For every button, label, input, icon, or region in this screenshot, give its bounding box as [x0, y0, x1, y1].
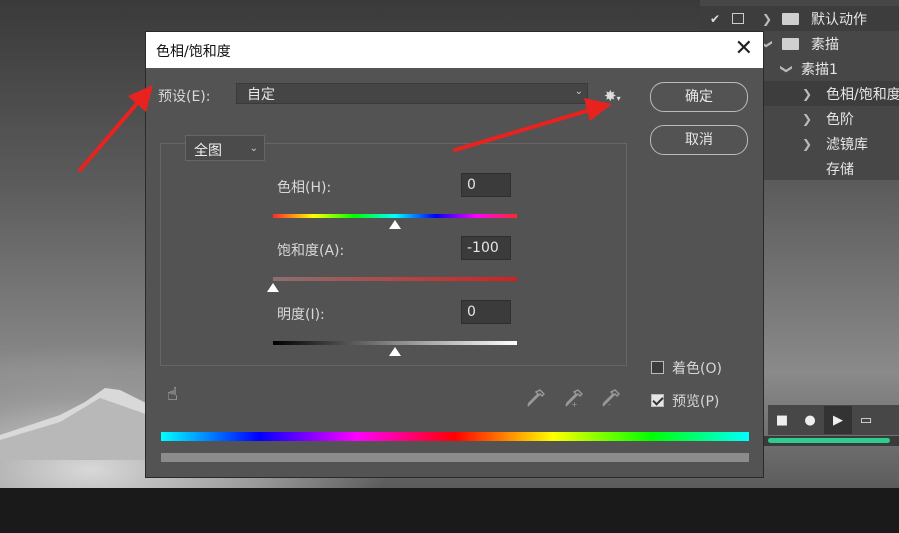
hue-input[interactable]: 0 — [461, 173, 511, 197]
saturation-label: 饱和度(A): — [277, 243, 345, 259]
action-step-label: 存储 — [826, 161, 854, 178]
hue-slider-thumb[interactable] — [389, 220, 401, 229]
chevron-right-icon[interactable]: ❯ — [762, 12, 772, 26]
lightness-slider-track[interactable] — [273, 341, 517, 345]
gear-icon[interactable]: ✸▾ — [604, 87, 626, 105]
ok-button[interactable]: 确定 — [650, 82, 748, 112]
hand-adjust-icon[interactable]: ☝ — [167, 384, 178, 405]
background-ground — [0, 488, 899, 533]
stop-icon[interactable]: ■ — [768, 406, 796, 434]
folder-icon[interactable]: ▭ — [852, 406, 880, 434]
preset-value: 自定 — [247, 87, 275, 103]
dialog-title: 色相/饱和度 — [156, 44, 231, 60]
action-step-label: 色相/饱和度 — [826, 86, 899, 103]
action-step-label: 色阶 — [826, 111, 854, 128]
play-icon[interactable]: ▶ — [824, 406, 852, 434]
actions-controls: ■ ● ▶ ▭ — [768, 405, 899, 435]
channel-select[interactable]: 全图 ⌄ — [185, 135, 265, 161]
action-set-label: 默认动作 — [811, 11, 867, 28]
record-icon[interactable]: ● — [796, 406, 824, 434]
preset-label: 预设(E): — [158, 89, 211, 105]
colorize-label: 着色(O) — [672, 361, 722, 377]
action-step-label: 滤镜库 — [826, 136, 868, 153]
action-set-default[interactable]: ✔ ❯ 默认动作 — [700, 6, 899, 31]
folder-icon — [782, 13, 799, 25]
actions-scrollbar[interactable] — [760, 436, 899, 446]
preview-label: 预览(P) — [672, 394, 720, 410]
saturation-input[interactable]: -100 — [461, 236, 511, 260]
eyedropper-plus-icon[interactable]: + — [564, 388, 584, 408]
adjustment-group — [160, 143, 627, 366]
adjusted-spectrum — [161, 453, 749, 462]
saturation-slider-thumb[interactable] — [267, 283, 279, 292]
eyedropper-icon[interactable] — [526, 388, 546, 408]
saturation-slider-track[interactable] — [273, 277, 517, 281]
colorize-checkbox[interactable] — [651, 361, 664, 374]
svg-text:-: - — [608, 400, 611, 408]
hue-saturation-dialog: 色相/饱和度 ✕ 预设(E): 自定 ⌄ ✸▾ 确定 取消 全图 ⌄ 色相(H)… — [145, 31, 764, 478]
chevron-right-icon[interactable]: ❯ — [802, 112, 812, 126]
preset-select[interactable]: 自定 ⌄ — [236, 83, 588, 104]
check-icon[interactable]: ✔ — [708, 12, 722, 26]
svg-text:+: + — [571, 400, 578, 408]
hue-slider-track[interactable] — [273, 214, 517, 218]
dialog-toggle-icon[interactable] — [732, 13, 744, 24]
chevron-down-icon: ⌄ — [249, 143, 258, 154]
action-set-label: 素描 — [811, 36, 839, 53]
chevron-down-icon: ⌄ — [574, 86, 583, 97]
chevron-down-icon[interactable]: ❯ — [780, 63, 794, 73]
close-icon[interactable]: ✕ — [735, 37, 753, 61]
channel-value: 全图 — [194, 143, 222, 159]
eyedropper-minus-icon[interactable]: - — [601, 388, 621, 408]
preview-checkbox[interactable] — [651, 394, 664, 407]
chevron-right-icon[interactable]: ❯ — [802, 87, 812, 101]
action-label: 素描1 — [801, 61, 838, 78]
lightness-label: 明度(I): — [277, 307, 325, 323]
dialog-titlebar[interactable]: 色相/饱和度 ✕ — [146, 32, 763, 68]
mountain-snow — [0, 388, 160, 460]
hue-range-spectrum — [161, 432, 749, 441]
lightness-slider-thumb[interactable] — [389, 347, 401, 356]
cancel-button[interactable]: 取消 — [650, 125, 748, 155]
chevron-right-icon[interactable]: ❯ — [802, 137, 812, 151]
scroll-thumb[interactable] — [768, 438, 890, 443]
folder-icon — [782, 38, 799, 50]
hue-label: 色相(H): — [277, 180, 332, 196]
lightness-input[interactable]: 0 — [461, 300, 511, 324]
